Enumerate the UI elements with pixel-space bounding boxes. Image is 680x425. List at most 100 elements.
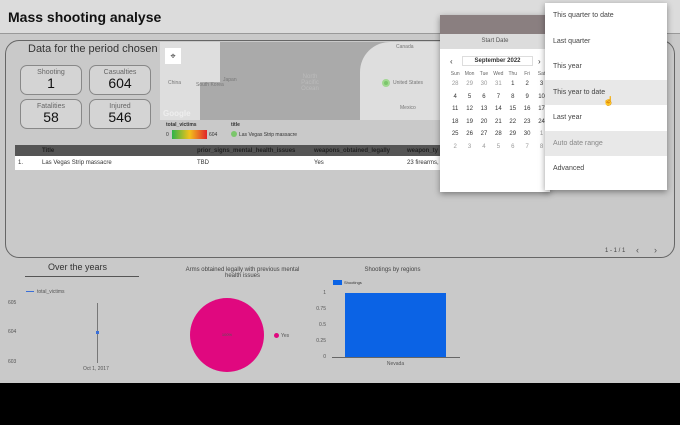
calendar-day[interactable]: 26 — [462, 131, 476, 137]
legend-total-victims: total_victims — [37, 289, 65, 295]
calendar-day[interactable]: 6 — [477, 94, 491, 100]
calendar-day[interactable]: 30 — [477, 81, 491, 87]
over-years-title: Over the years — [48, 262, 108, 272]
calendar-day[interactable]: 2 — [448, 144, 462, 150]
next-page-icon[interactable]: › — [654, 245, 657, 255]
page-title: Mass shooting analyse — [8, 9, 162, 25]
calendar-day[interactable]: 4 — [448, 94, 462, 100]
hand-cursor-icon: ☝ — [603, 96, 615, 106]
calendar-day[interactable]: 8 — [506, 94, 520, 100]
pie-legend-dot — [274, 333, 279, 338]
prev-month-icon[interactable]: ‹ — [450, 57, 453, 66]
calendar-day[interactable]: 1 — [506, 81, 520, 87]
calendar-day[interactable]: 31 — [491, 81, 505, 87]
calendar-day[interactable]: 6 — [506, 144, 520, 150]
calendar-day[interactable]: 4 — [477, 144, 491, 150]
calendar-day[interactable]: 14 — [491, 106, 505, 112]
locate-icon[interactable]: ⌖ — [165, 48, 181, 64]
menu-item-advanced[interactable]: Advanced — [545, 156, 667, 182]
calendar-day[interactable]: 13 — [477, 106, 491, 112]
card-casualties: Casualties 604 — [89, 65, 151, 95]
legend-dot — [231, 131, 237, 137]
calendar-day[interactable]: 28 — [491, 131, 505, 137]
calendar-day[interactable]: 21 — [491, 119, 505, 125]
calendar-day[interactable]: 27 — [477, 131, 491, 137]
map[interactable]: ⌖ China South Korea Japan North Pacific … — [160, 42, 445, 120]
calendar-day[interactable]: 5 — [491, 144, 505, 150]
calendar-day[interactable]: 22 — [506, 119, 520, 125]
y-tick: 0.75 — [316, 306, 326, 312]
calendar-day[interactable]: 11 — [448, 106, 462, 112]
weekday-label: Thu — [508, 71, 518, 77]
legend-gradient — [172, 130, 207, 139]
calendar-day[interactable]: 19 — [462, 119, 476, 125]
calendar-day[interactable]: 5 — [462, 94, 476, 100]
bar-nevada[interactable] — [345, 293, 446, 357]
calendar-day[interactable]: 30 — [520, 131, 534, 137]
menu-item-this-quarter-to-date[interactable]: This quarter to date — [545, 3, 667, 29]
calendar-day[interactable]: 25 — [448, 131, 462, 137]
col-title[interactable]: Title — [42, 148, 54, 154]
pagination-label: 1 - 1 / 1 — [605, 248, 626, 254]
col-weapon[interactable]: weapon_ty — [407, 148, 438, 154]
next-month-icon[interactable]: › — [538, 57, 541, 66]
calendar-day[interactable]: 7 — [520, 144, 534, 150]
calendar-day[interactable]: 20 — [477, 119, 491, 125]
x-tick: Oct 1, 2017 — [83, 366, 109, 372]
legend-series-title: title — [231, 122, 240, 128]
row-index: 1. — [18, 160, 24, 166]
data-point[interactable] — [96, 331, 99, 334]
menu-item-last-quarter[interactable]: Last quarter — [545, 29, 667, 55]
y-tick: 604 — [8, 329, 17, 335]
calendar-day[interactable]: 12 — [462, 106, 476, 112]
card-fatalities: Fatalities 58 — [20, 99, 82, 129]
legend-min: 0 — [166, 132, 169, 138]
legend-series-item: Las Vegas Strip massacre — [239, 132, 298, 138]
start-date-label: Start Date — [440, 34, 550, 49]
y-tick: 603 — [8, 359, 17, 365]
prev-page-icon[interactable]: ‹ — [636, 245, 639, 255]
cell-weapon: 23 firearms, — [407, 160, 439, 166]
calendar-day[interactable]: 28 — [448, 81, 462, 87]
legend-color-title: total_victims — [166, 122, 197, 128]
calendar-day[interactable]: 15 — [506, 106, 520, 112]
map-marker[interactable] — [382, 79, 390, 87]
y-tick: 0 — [323, 354, 326, 360]
calendar-day[interactable]: 23 — [520, 119, 534, 125]
calendar-day[interactable]: 29 — [462, 81, 476, 87]
legend-max: 604 — [209, 132, 218, 138]
title-underline — [25, 276, 139, 277]
cell-mental: TBD — [197, 160, 209, 166]
day-grid: 28 29 30 31 1 2 3 4 5 6 7 8 9 10 11 12 13 14 15 16 17 18 19 20 2… — [448, 81, 548, 150]
calendar-day[interactable]: 18 — [448, 119, 462, 125]
card-value: 546 — [108, 109, 132, 125]
month-selector[interactable]: September 2022 — [462, 56, 533, 66]
menu-item-this-year[interactable]: This year — [545, 54, 667, 80]
col-legal[interactable]: weapons_obtained_legally — [314, 148, 390, 154]
legend-line — [26, 291, 34, 292]
menu-item-last-year[interactable]: Last year — [545, 105, 667, 131]
table-header: Title prior_signs_mental_health_issues w… — [15, 145, 445, 156]
weekday-label: Sun — [450, 71, 460, 77]
bar-legend-swatch — [333, 280, 342, 285]
black-bar — [0, 383, 680, 425]
bar-title: Shootings by regions — [364, 267, 421, 273]
y-tick: 0.25 — [316, 338, 326, 344]
pie-slice-label: 100% — [221, 332, 233, 337]
table-row[interactable]: 1. Las Vegas Strip massacre TBD Yes 23 f… — [15, 156, 445, 170]
calendar-day[interactable]: 9 — [520, 94, 534, 100]
calendar-day[interactable]: 7 — [491, 94, 505, 100]
card-value: 1 — [47, 75, 55, 91]
col-mental[interactable]: prior_signs_mental_health_issues — [197, 148, 295, 154]
pie-legend-yes: Yes — [281, 333, 290, 339]
calendar-day[interactable]: 2 — [520, 81, 534, 87]
calendar-day[interactable]: 29 — [506, 131, 520, 137]
calendar-day[interactable]: 16 — [520, 106, 534, 112]
weekday-label: Mon — [464, 71, 475, 77]
bar-legend-label: Shootings — [344, 280, 362, 285]
menu-item-auto-date-range[interactable]: Auto date range — [545, 130, 667, 156]
google-logo: Google — [163, 109, 191, 118]
calendar-day[interactable]: 3 — [462, 144, 476, 150]
card-value: 58 — [43, 109, 59, 125]
date-picker: Start Date ‹ September 2022 › Sun Mon Tue W… — [440, 15, 550, 192]
